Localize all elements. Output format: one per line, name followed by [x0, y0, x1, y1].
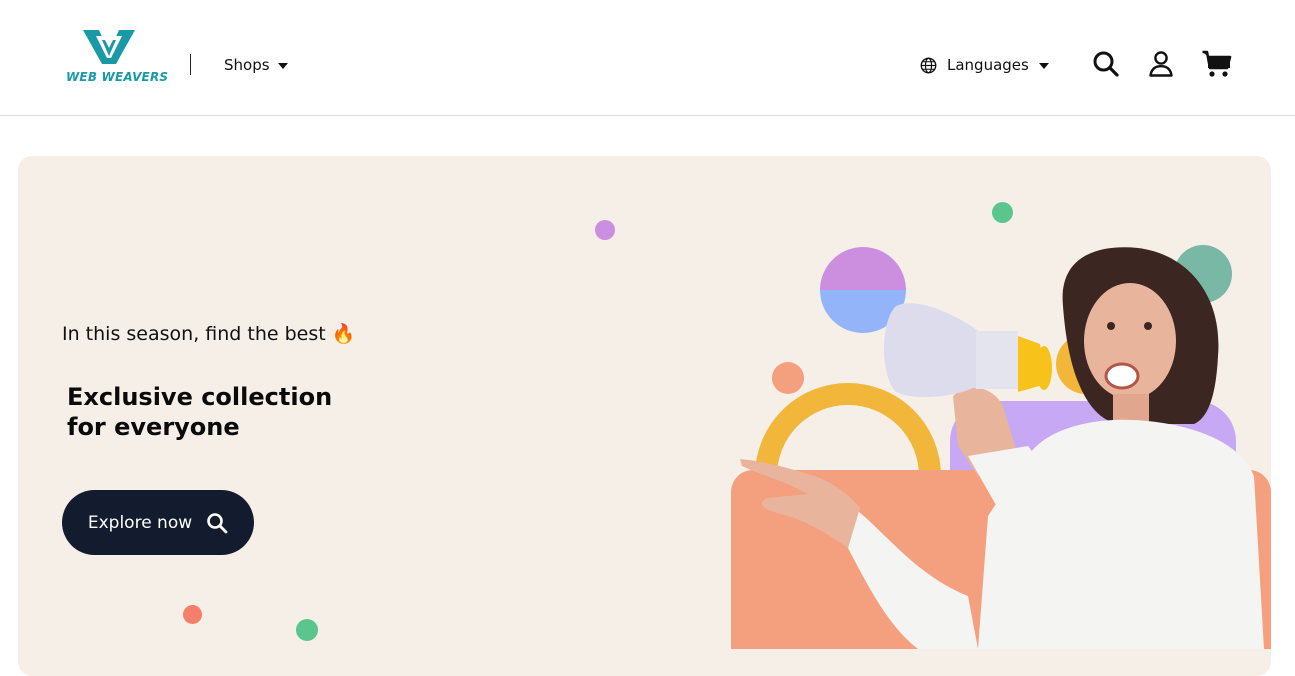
explore-now-button[interactable]: Explore now [62, 490, 254, 555]
user-icon [1149, 51, 1173, 77]
hero-tagline: In this season, find the best 🔥 [62, 323, 356, 345]
logo-mark-icon [83, 30, 135, 64]
headline-line-1: Exclusive collection [67, 383, 333, 411]
cart-button[interactable] [1201, 49, 1232, 79]
site-header: WEB WEAVERS Shops Languages [0, 0, 1295, 116]
search-icon [1093, 51, 1119, 77]
chevron-down-icon [277, 63, 288, 69]
brand-name: WEB WEAVERS [66, 70, 169, 84]
brand-logo[interactable]: WEB WEAVERS [66, 26, 169, 88]
languages-dropdown[interactable]: Languages [920, 54, 1049, 76]
hero-headline: Exclusive collection for everyone [67, 382, 387, 442]
search-button[interactable] [1091, 49, 1121, 79]
explore-now-label: Explore now [87, 512, 193, 533]
shops-label: Shops [224, 56, 270, 74]
chevron-down-icon [1038, 63, 1049, 69]
search-icon [207, 512, 228, 533]
shops-dropdown[interactable]: Shops [224, 54, 288, 76]
cart-icon [1202, 50, 1232, 77]
globe-icon [920, 57, 937, 73]
nav-divider [190, 54, 191, 75]
hero-banner: In this season, find the best 🔥 Exclusiv… [18, 156, 1271, 676]
account-button[interactable] [1146, 49, 1176, 79]
headline-line-2: for everyone [67, 413, 240, 441]
languages-label: Languages [947, 56, 1029, 74]
